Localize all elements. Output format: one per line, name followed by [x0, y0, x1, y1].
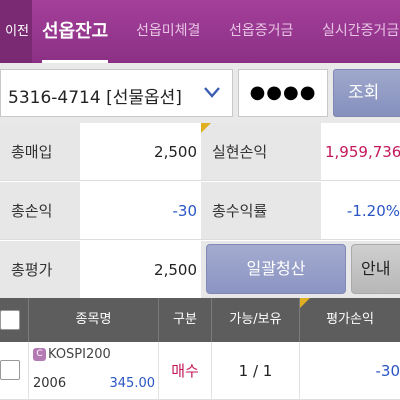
total-pl-label: 총손익 — [0, 182, 80, 240]
total-return-label: 총수익률 — [201, 182, 321, 240]
col-name-header: 종목명 — [29, 298, 159, 342]
search-button[interactable]: 조회 — [333, 69, 400, 117]
total-pl-value: -30 — [80, 182, 201, 240]
row-checkbox[interactable] — [0, 360, 20, 380]
instrument-name: C KOSPI200 — [33, 347, 111, 362]
header-checkbox-cell — [0, 298, 29, 342]
total-eval-label: 총평가 — [0, 241, 80, 299]
row-checkbox-cell — [0, 342, 29, 400]
col-qty-header: 가능/보유 — [212, 298, 300, 342]
password-field[interactable]: ●●●● — [238, 69, 328, 117]
call-option-badge: C — [33, 348, 46, 361]
realized-pl-label: 실현손익 — [201, 123, 321, 181]
realized-pl-value: 1,959,736 — [321, 123, 400, 181]
row-side: 매수 — [159, 342, 212, 400]
tab-futures-margin[interactable]: 선옵증거금 — [229, 0, 293, 63]
tab-realtime-margin[interactable]: 실시간증거금 — [322, 0, 399, 63]
table-header: 종목명 구분 가능/보유 평가손익 — [0, 298, 400, 342]
summary-panel: 총매입 2,500 실현손익 1,959,736 총손익 -30 총수익률 -1… — [0, 123, 400, 299]
guide-button[interactable]: 안내 — [351, 244, 400, 294]
total-buy-label: 총매입 — [0, 123, 80, 181]
row-name-cell: C KOSPI200 2006 345.00 — [29, 342, 159, 400]
tab-futures-balance[interactable]: 선옵잔고 — [42, 0, 109, 63]
account-select[interactable]: 5316-4714 [선물옵션] — [0, 69, 233, 117]
col-pl-header: 평가손익 — [300, 298, 400, 342]
row-qty: 1 / 1 — [212, 342, 300, 400]
bulk-close-button[interactable]: 일괄청산 — [206, 244, 346, 294]
total-buy-value: 2,500 — [80, 123, 201, 181]
instrument-code: 2006 — [33, 376, 67, 391]
chevron-down-icon — [204, 87, 220, 98]
tab-prev[interactable]: 이전 — [0, 0, 32, 63]
row-pl: -30 — [375, 362, 400, 380]
total-eval-value: 2,500 — [80, 241, 201, 299]
total-return-value: -1.20% — [321, 182, 400, 240]
info-marker-icon — [300, 298, 310, 308]
account-select-value: 5316-4714 [선물옵션] — [8, 88, 182, 108]
select-all-checkbox[interactable] — [0, 310, 20, 330]
info-marker-icon — [201, 123, 211, 133]
tab-bar: 이전 선옵잔고 선옵미체결 선옵증거금 실시간증거금 — [0, 0, 400, 63]
instrument-price: 345.00 — [109, 376, 156, 391]
tab-futures-unfilled[interactable]: 선옵미체결 — [136, 0, 200, 63]
col-side-header: 구분 — [159, 298, 212, 342]
table-row[interactable]: C KOSPI200 2006 345.00 매수 1 / 1 -30 — [0, 342, 400, 400]
account-row: 5316-4714 [선물옵션] ●●●● 조회 — [0, 63, 400, 123]
